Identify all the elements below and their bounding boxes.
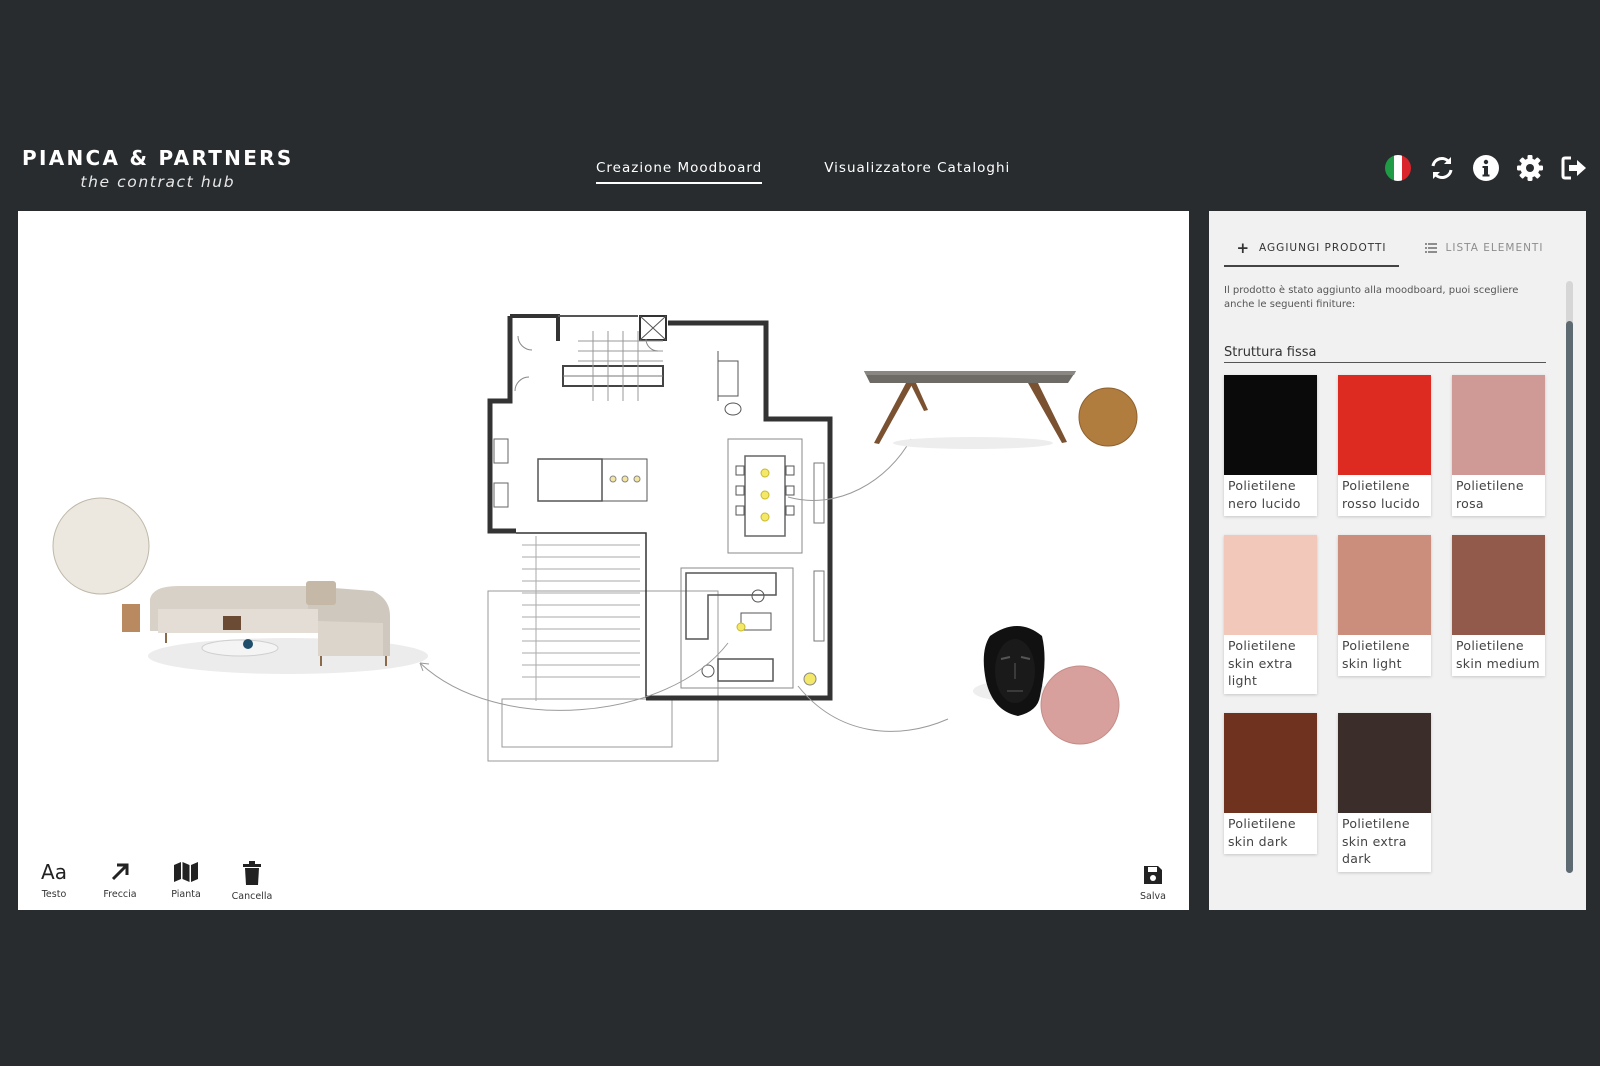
finish-swatch-rosa[interactable]: Polietilene rosa bbox=[1452, 375, 1545, 516]
finish-swatch-rosso-lucido[interactable]: Polietilene rosso lucido bbox=[1338, 375, 1431, 516]
finish-label: Polietilene skin light bbox=[1342, 638, 1410, 671]
italy-flag-icon bbox=[1385, 155, 1411, 181]
plus-icon: + bbox=[1236, 239, 1251, 257]
trash-icon bbox=[243, 861, 261, 885]
brand-name: PIANCA & PARTNERS bbox=[22, 146, 294, 170]
sofa-product[interactable] bbox=[122, 581, 428, 674]
map-tool-button[interactable]: Pianta bbox=[166, 861, 206, 902]
panel-scrollbar-thumb[interactable] bbox=[1566, 321, 1573, 873]
map-tool-label: Pianta bbox=[171, 889, 201, 900]
finish-swatch-skin-medium[interactable]: Polietilene skin medium bbox=[1452, 535, 1545, 676]
fabric-swatch-beige[interactable] bbox=[52, 497, 150, 595]
save-icon bbox=[1144, 866, 1162, 884]
finish-color bbox=[1224, 535, 1317, 635]
finish-label: Polietilene rosso lucido bbox=[1342, 478, 1421, 511]
info-button[interactable] bbox=[1471, 153, 1501, 183]
info-message: Il prodotto è stato aggiunto alla moodbo… bbox=[1224, 285, 1519, 310]
settings-icon bbox=[1517, 155, 1543, 181]
finish-color bbox=[1338, 375, 1431, 475]
tab-aggiungi-prodotti-label: AGGIUNGI PRODOTTI bbox=[1259, 242, 1387, 254]
wood-finish-swatch[interactable] bbox=[1078, 387, 1138, 447]
finish-label: Polietilene nero lucido bbox=[1228, 478, 1301, 511]
tab-lista-elementi-label: LISTA ELEMENTI bbox=[1445, 242, 1544, 254]
brand-logo[interactable]: PIANCA & PARTNERS the contract hub bbox=[22, 146, 294, 191]
map-icon bbox=[174, 862, 198, 882]
finish-swatch-nero-lucido[interactable]: Polietilene nero lucido bbox=[1224, 375, 1317, 516]
arrow-tool-label: Freccia bbox=[103, 889, 137, 900]
language-button[interactable] bbox=[1383, 153, 1413, 183]
finish-label: Polietilene skin medium bbox=[1456, 638, 1540, 671]
brand-tagline: the contract hub bbox=[80, 173, 236, 191]
text-tool-label: Testo bbox=[41, 889, 67, 900]
finish-color bbox=[1338, 535, 1431, 635]
finish-color bbox=[1224, 713, 1317, 813]
finish-label: Polietilene skin dark bbox=[1228, 816, 1296, 849]
settings-button[interactable] bbox=[1515, 153, 1545, 183]
finish-swatch-skin-extra-dark[interactable]: Polietilene skin extra dark bbox=[1338, 713, 1431, 872]
finish-swatch-skin-extra-light[interactable]: Polietilene skin extra light bbox=[1224, 535, 1317, 694]
delete-tool-button[interactable]: Cancella bbox=[232, 861, 272, 902]
list-icon bbox=[1424, 243, 1437, 253]
section-title: Struttura fissa bbox=[1224, 345, 1546, 363]
finish-label: Polietilene rosa bbox=[1456, 478, 1524, 511]
finish-color bbox=[1224, 375, 1317, 475]
arrow-tool-button[interactable]: Freccia bbox=[100, 861, 140, 902]
canvas-toolbar: Aa Testo Freccia Pianta Cancella bbox=[34, 861, 272, 902]
panel-scrollbar[interactable] bbox=[1566, 281, 1573, 873]
text-tool-button[interactable]: Aa Testo bbox=[34, 861, 74, 902]
arrow-icon bbox=[111, 863, 129, 881]
text-icon: Aa bbox=[41, 860, 67, 884]
products-panel: + AGGIUNGI PRODOTTI LISTA ELEMENTI Il pr… bbox=[1209, 211, 1586, 910]
moodboard-artwork bbox=[52, 314, 1138, 762]
save-button[interactable]: Salva bbox=[1133, 865, 1173, 902]
moodboard-canvas[interactable]: Aa Testo Freccia Pianta Cancella Salva bbox=[18, 211, 1189, 910]
tab-aggiungi-prodotti[interactable]: + AGGIUNGI PRODOTTI bbox=[1224, 231, 1399, 267]
finish-label: Polietilene skin extra dark bbox=[1342, 816, 1410, 866]
header-actions bbox=[1383, 153, 1589, 183]
tab-lista-elementi[interactable]: LISTA ELEMENTI bbox=[1399, 231, 1569, 265]
nav-visualizzatore-cataloghi[interactable]: Visualizzatore Cataloghi bbox=[824, 160, 1010, 184]
save-label: Salva bbox=[1140, 891, 1166, 902]
refresh-icon bbox=[1431, 157, 1453, 179]
info-icon bbox=[1473, 155, 1499, 181]
fabric-swatch-pink[interactable] bbox=[1040, 665, 1120, 745]
finish-color bbox=[1338, 713, 1431, 813]
logout-button[interactable] bbox=[1559, 153, 1589, 183]
finish-swatch-skin-dark[interactable]: Polietilene skin dark bbox=[1224, 713, 1317, 854]
main-nav: Creazione Moodboard Visualizzatore Catal… bbox=[596, 160, 1010, 184]
finish-color bbox=[1452, 535, 1545, 635]
logout-icon bbox=[1561, 156, 1586, 180]
delete-tool-label: Cancella bbox=[231, 891, 273, 902]
head-chair-product[interactable] bbox=[973, 626, 1049, 716]
table-product[interactable] bbox=[864, 371, 1076, 449]
refresh-button[interactable] bbox=[1427, 153, 1457, 183]
nav-creazione-moodboard[interactable]: Creazione Moodboard bbox=[596, 160, 763, 184]
finish-label: Polietilene skin extra light bbox=[1228, 638, 1296, 688]
panel-tabs: + AGGIUNGI PRODOTTI LISTA ELEMENTI bbox=[1224, 231, 1569, 267]
finish-color bbox=[1452, 375, 1545, 475]
floor-plan[interactable] bbox=[487, 314, 833, 762]
finish-swatch-skin-light[interactable]: Polietilene skin light bbox=[1338, 535, 1431, 676]
